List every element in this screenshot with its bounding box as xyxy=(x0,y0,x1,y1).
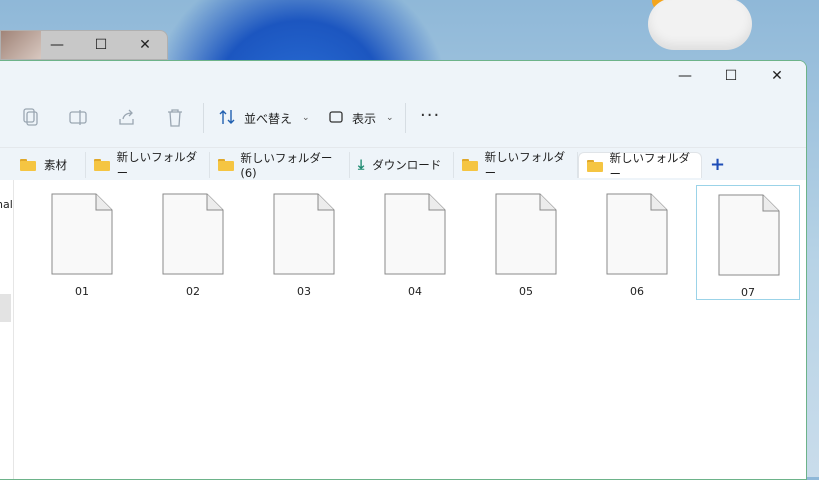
document-icon xyxy=(273,193,335,275)
copy-icon[interactable] xyxy=(20,107,42,129)
cloud-icon xyxy=(648,0,752,50)
file-name: 05 xyxy=(519,285,533,298)
document-icon xyxy=(162,193,224,275)
chevron-down-icon: ⌄ xyxy=(302,113,310,123)
maximize-button[interactable]: ☐ xyxy=(79,31,123,59)
minimize-button[interactable]: — xyxy=(662,61,708,91)
view-icon xyxy=(328,110,344,127)
window-controls: — ☐ ✕ xyxy=(662,61,800,91)
tab-new-folder[interactable]: 新しいフォルダー xyxy=(454,150,578,180)
view-button[interactable]: 表示 ⌄ xyxy=(328,107,394,129)
file-explorer-window: — ☐ ✕ 並べ替え ⌄ 表示 ⌄ ··· 素材 新しいフォルダー 新しいフォル… xyxy=(0,60,807,480)
chevron-down-icon: ⌄ xyxy=(386,113,394,123)
delete-icon[interactable] xyxy=(164,107,186,129)
maximize-button[interactable]: ☐ xyxy=(708,61,754,91)
file-item[interactable]: 03 xyxy=(252,185,356,300)
document-icon xyxy=(718,194,780,276)
file-view[interactable]: nal 01 02 03 04 05 06 07 xyxy=(0,180,806,479)
new-tab-button[interactable]: + xyxy=(710,154,725,175)
folder-icon xyxy=(587,159,603,172)
sort-button[interactable]: 並べ替え ⌄ xyxy=(218,107,310,129)
tab-strip: 素材 新しいフォルダー 新しいフォルダー (6) ⤓ ダウンロード 新しいフォル… xyxy=(0,148,806,181)
background-window-controls: — ☐ ✕ xyxy=(35,31,167,59)
file-name: 06 xyxy=(630,285,644,298)
file-name: 02 xyxy=(186,285,200,298)
close-button[interactable]: ✕ xyxy=(123,31,167,59)
background-window[interactable]: — ☐ ✕ xyxy=(0,30,168,60)
file-item[interactable]: 02 xyxy=(141,185,245,300)
navigation-pane-selected-item[interactable] xyxy=(0,294,11,322)
tab-label: 新しいフォルダー xyxy=(484,150,566,180)
more-options-button[interactable]: ··· xyxy=(420,105,440,126)
file-item[interactable]: 06 xyxy=(585,185,689,300)
folder-icon xyxy=(20,159,36,171)
tab-sozai[interactable]: 素材 xyxy=(12,152,86,178)
document-icon xyxy=(384,193,446,275)
file-item[interactable]: 07 xyxy=(696,185,800,300)
file-name: 01 xyxy=(75,285,89,298)
sort-label: 並べ替え xyxy=(244,111,293,126)
download-icon: ⤓ xyxy=(358,157,365,173)
file-name: 03 xyxy=(297,285,311,298)
tab-label: 新しいフォルダー xyxy=(609,150,691,181)
tab-new-folder[interactable]: 新しいフォルダー xyxy=(86,150,210,180)
view-label: 表示 xyxy=(352,111,377,126)
rename-icon[interactable] xyxy=(68,107,90,129)
navigation-pane[interactable]: nal xyxy=(0,180,14,479)
weather-widget-icon[interactable] xyxy=(640,0,760,60)
minimize-button[interactable]: — xyxy=(35,31,79,59)
tab-new-folder-active[interactable]: 新しいフォルダー xyxy=(578,151,702,181)
document-icon xyxy=(51,193,113,275)
file-name: 04 xyxy=(408,285,422,298)
toolbar-separator xyxy=(405,103,406,133)
tab-downloads[interactable]: ⤓ ダウンロード xyxy=(350,152,454,178)
sort-icon xyxy=(218,109,236,128)
title-bar[interactable]: — ☐ ✕ xyxy=(0,61,806,91)
document-icon xyxy=(495,193,557,275)
file-item[interactable]: 04 xyxy=(363,185,467,300)
file-item[interactable]: 01 xyxy=(30,185,134,300)
tab-label: 新しいフォルダー (6) xyxy=(240,151,333,180)
command-bar: 並べ替え ⌄ 表示 ⌄ ··· xyxy=(0,91,806,148)
share-icon[interactable] xyxy=(116,107,138,129)
tab-label: 新しいフォルダー xyxy=(116,150,198,180)
tab-label: 素材 xyxy=(44,158,67,172)
folder-icon xyxy=(218,159,235,171)
file-name: 07 xyxy=(741,286,755,299)
tab-new-folder-6[interactable]: 新しいフォルダー (6) xyxy=(210,151,350,180)
navigation-pane-item[interactable]: nal xyxy=(0,198,13,211)
folder-icon xyxy=(94,159,110,171)
tab-label: ダウンロード xyxy=(372,158,442,172)
toolbar-separator xyxy=(203,103,204,133)
file-item[interactable]: 05 xyxy=(474,185,578,300)
document-icon xyxy=(606,193,668,275)
folder-icon xyxy=(462,159,478,171)
close-button[interactable]: ✕ xyxy=(754,61,800,91)
